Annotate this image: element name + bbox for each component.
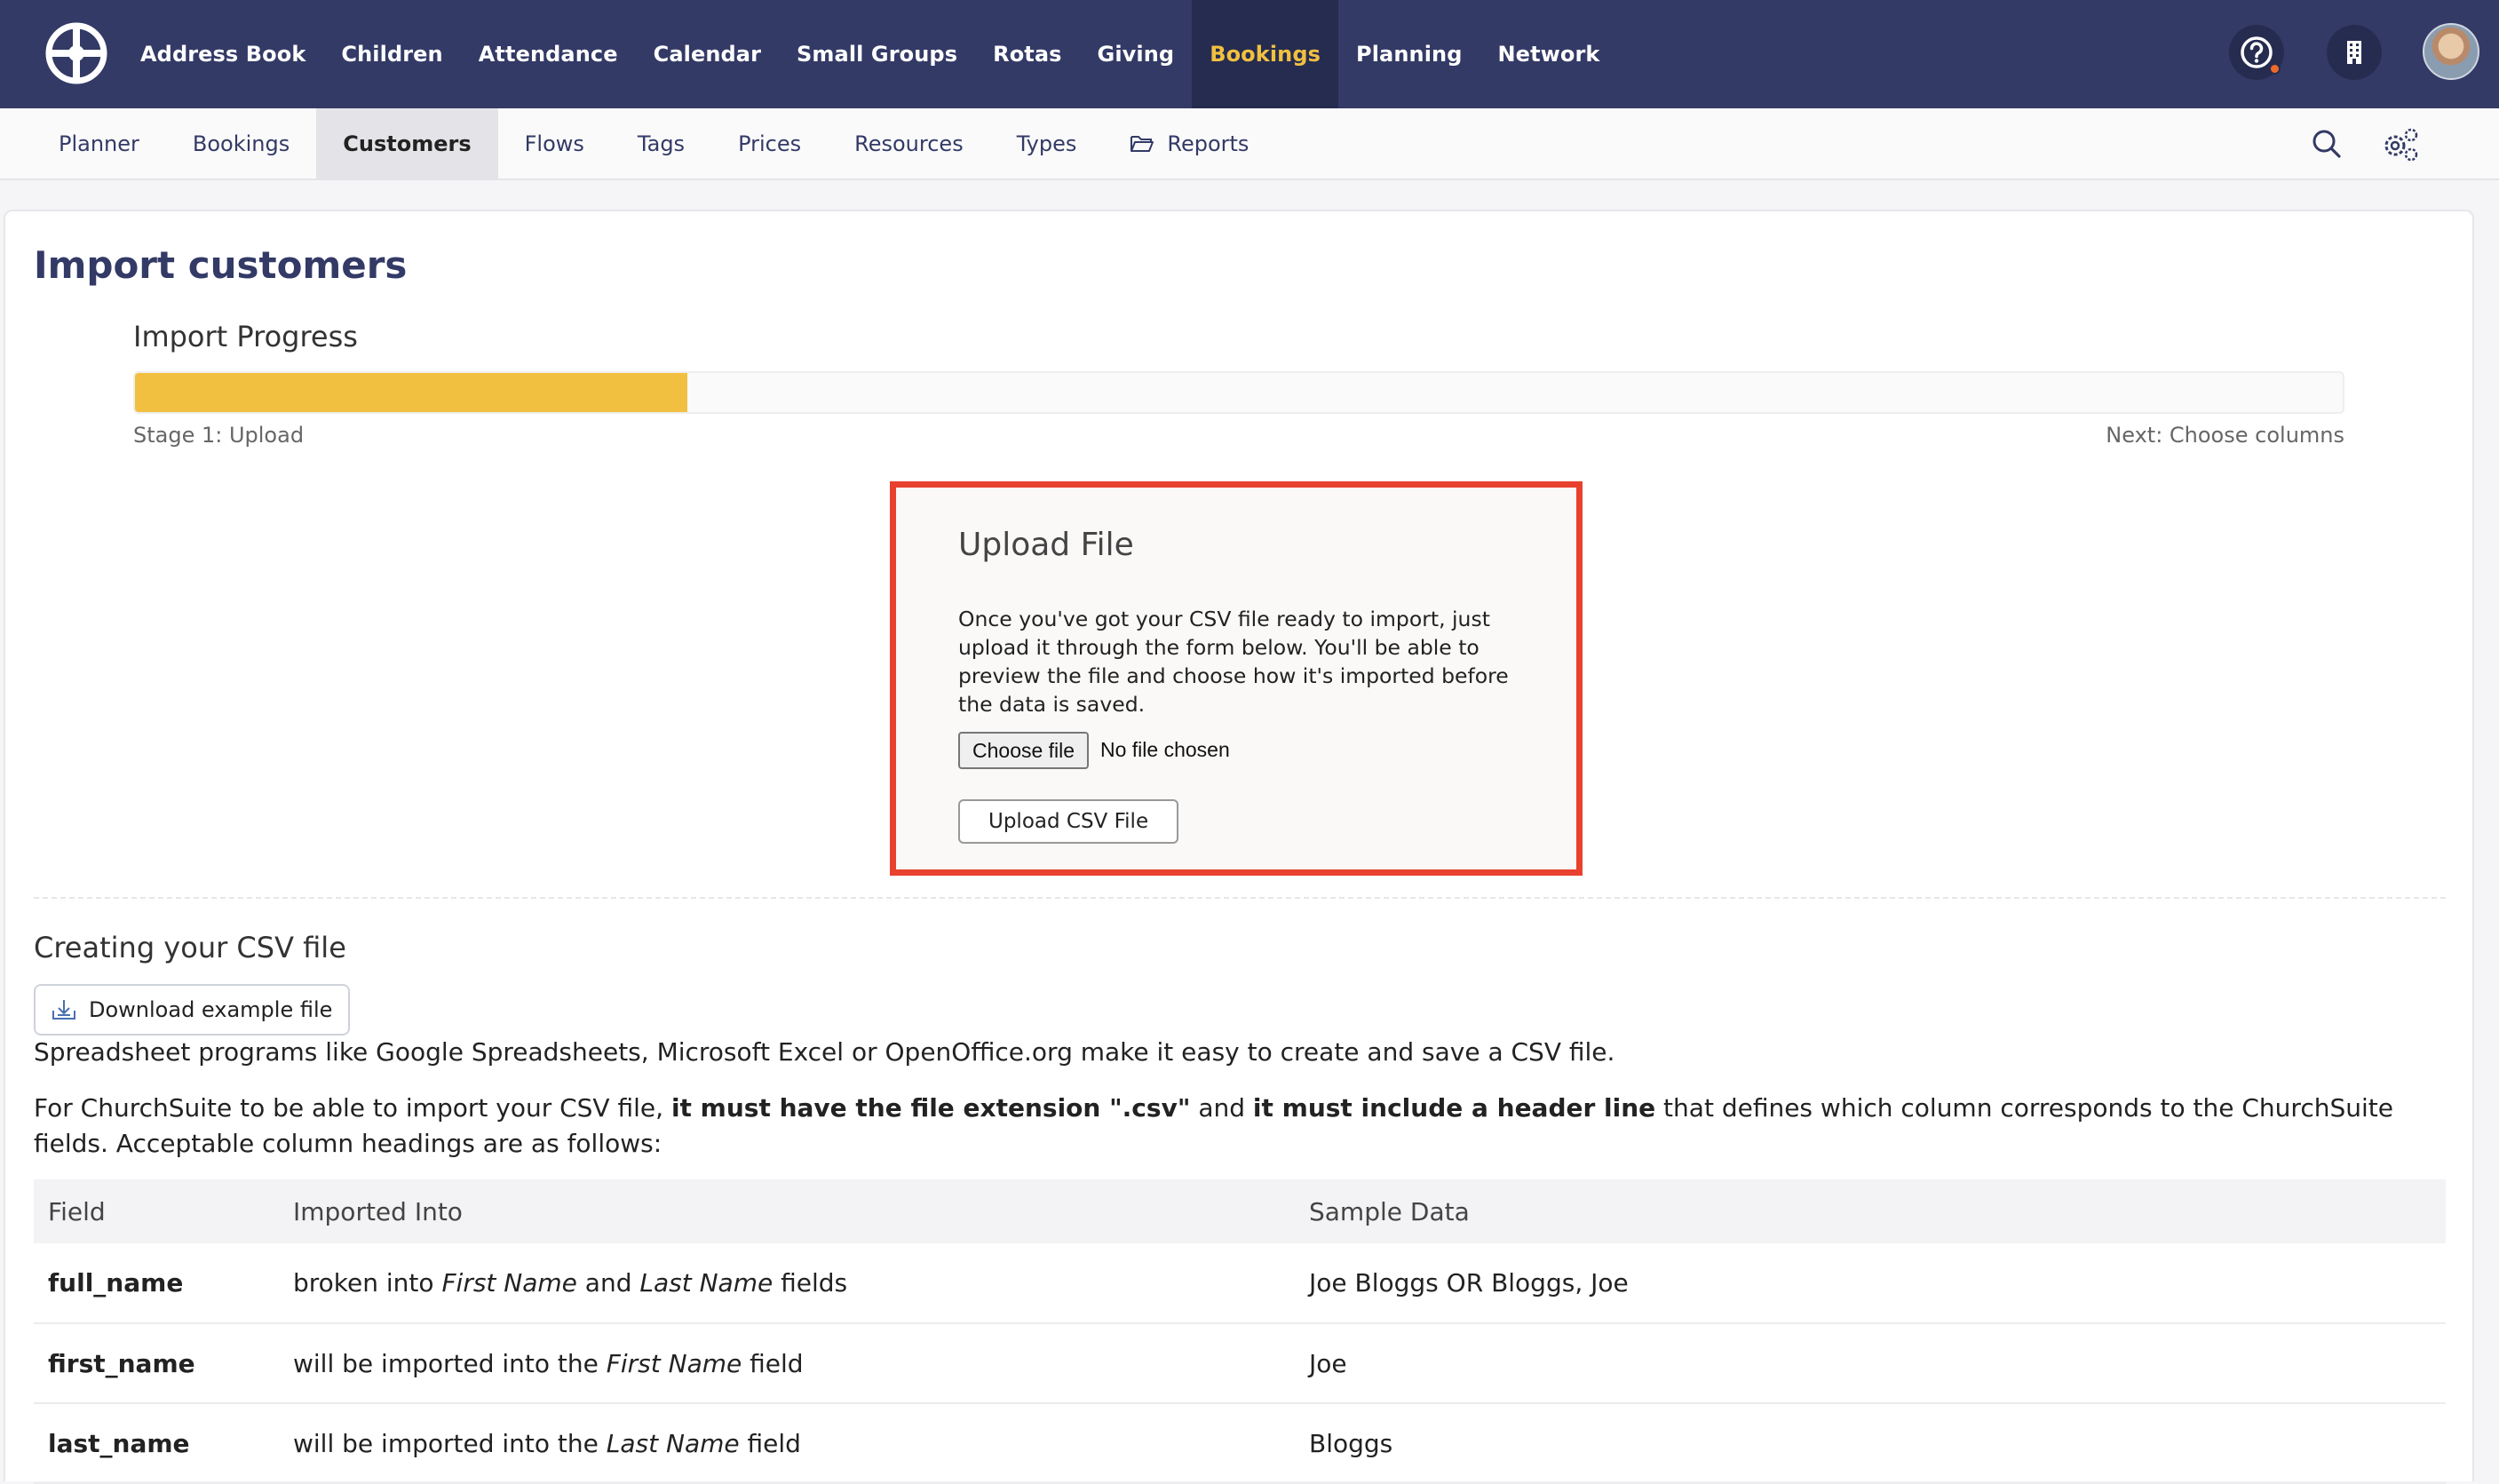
field-cell: last_name	[34, 1403, 279, 1484]
csv-requirements-text: For ChurchSuite to be able to import you…	[34, 1093, 2393, 1158]
table-row: last_name will be imported into the Last…	[34, 1403, 2446, 1484]
tab-types[interactable]: Types	[990, 108, 1104, 179]
column-headings-table: Field Imported Into Sample Data full_nam…	[34, 1179, 2446, 1484]
nav-item-children[interactable]: Children	[323, 0, 460, 108]
top-navigation: Address Book Children Attendance Calenda…	[0, 0, 2499, 108]
imported-into-cell: will be imported into the Last Name fiel…	[279, 1403, 1295, 1484]
progress-bar	[133, 371, 2344, 414]
nav-item-planning[interactable]: Planning	[1338, 0, 1480, 108]
header-sample-data: Sample Data	[1295, 1179, 2446, 1243]
nav-item-rotas[interactable]: Rotas	[975, 0, 1079, 108]
tab-bookings[interactable]: Bookings	[166, 108, 316, 179]
imported-into-cell: broken into First Name and Last Name fie…	[279, 1243, 1295, 1324]
sub-navigation: Planner Bookings Customers Flows Tags Pr…	[0, 108, 2499, 180]
download-example-button[interactable]: Download example file	[34, 984, 351, 1036]
nav-item-calendar[interactable]: Calendar	[636, 0, 779, 108]
progress-fill	[135, 373, 687, 412]
current-stage: Stage 1: Upload	[133, 423, 305, 448]
page-title: Import customers	[34, 243, 408, 287]
nav-item-bookings[interactable]: Bookings	[1192, 0, 1339, 108]
building-icon	[2347, 41, 2361, 64]
field-cell: full_name	[34, 1243, 279, 1324]
tab-reports-label: Reports	[1167, 131, 1250, 156]
nav-item-small-groups[interactable]: Small Groups	[779, 0, 975, 108]
table-row: full_name broken into First Name and Las…	[34, 1243, 2446, 1324]
upload-title: Upload File	[958, 527, 1134, 563]
field-cell: first_name	[34, 1323, 279, 1404]
imported-into-cell: will be imported into the First Name fie…	[279, 1323, 1295, 1404]
next-stage: Next: Choose columns	[2106, 423, 2344, 448]
download-example-label: Download example file	[89, 997, 333, 1022]
import-panel: Import customers Import Progress Stage 1…	[4, 210, 2474, 1484]
choose-file-button[interactable]: Choose file	[958, 732, 1090, 769]
churchsuite-logo-icon[interactable]	[45, 22, 107, 84]
no-file-chosen-label: No file chosen	[1100, 738, 1230, 761]
upload-description: Once you've got your CSV file ready to i…	[958, 607, 1509, 717]
nav-item-address-book[interactable]: Address Book	[123, 0, 323, 108]
tab-resources[interactable]: Resources	[828, 108, 990, 179]
tab-planner[interactable]: Planner	[32, 108, 166, 179]
download-icon	[52, 1000, 75, 1020]
help-button[interactable]	[2229, 25, 2284, 80]
progress-label: Import Progress	[133, 320, 358, 353]
nav-item-attendance[interactable]: Attendance	[461, 0, 636, 108]
tab-prices[interactable]: Prices	[711, 108, 828, 179]
csv-intro-text: Spreadsheet programs like Google Spreads…	[34, 1037, 1615, 1067]
tab-tags[interactable]: Tags	[611, 108, 711, 179]
nav-item-network[interactable]: Network	[1480, 0, 1618, 108]
main-nav-items: Address Book Children Attendance Calenda…	[123, 0, 1618, 108]
notification-dot	[2269, 63, 2281, 75]
sample-data-cell: Joe	[1295, 1323, 2446, 1404]
sample-data-cell: Joe Bloggs OR Bloggs, Joe	[1295, 1243, 2446, 1324]
sample-data-cell: Bloggs	[1295, 1403, 2446, 1484]
organisation-button[interactable]	[2327, 25, 2382, 80]
sub-nav-items: Planner Bookings Customers Flows Tags Pr…	[32, 108, 1275, 179]
upload-file-box: Upload File Once you've got your CSV fil…	[890, 481, 1583, 876]
settings-gears-icon[interactable]	[2380, 126, 2419, 162]
user-avatar[interactable]	[2423, 23, 2479, 80]
section-divider	[34, 897, 2446, 899]
table-header-row: Field Imported Into Sample Data	[34, 1179, 2446, 1243]
upload-csv-button[interactable]: Upload CSV File	[958, 799, 1179, 844]
tab-customers[interactable]: Customers	[316, 108, 498, 179]
csv-section-title: Creating your CSV file	[34, 931, 346, 964]
header-imported-into: Imported Into	[279, 1179, 1295, 1243]
table-row: first_name will be imported into the Fir…	[34, 1323, 2446, 1404]
folder-icon	[1130, 136, 1154, 152]
tab-reports[interactable]: Reports	[1103, 108, 1275, 179]
header-field: Field	[34, 1179, 279, 1243]
nav-item-giving[interactable]: Giving	[1080, 0, 1193, 108]
search-icon[interactable]	[2311, 128, 2343, 160]
tab-flows[interactable]: Flows	[498, 108, 611, 179]
